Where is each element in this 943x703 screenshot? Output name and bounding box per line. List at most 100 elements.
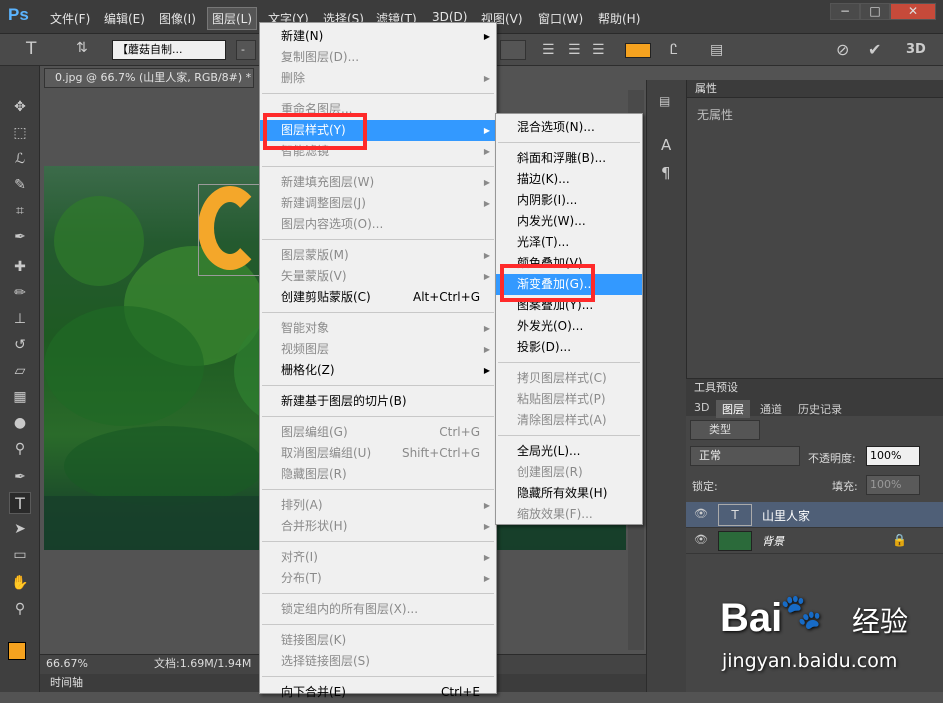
layer-name[interactable]: 背景	[762, 533, 784, 549]
blur-tool-icon[interactable]: ●	[9, 412, 31, 434]
text-bounding-box[interactable]	[198, 184, 266, 276]
layer-menu-item: 对齐(I) ▶	[260, 547, 496, 568]
zoom-tool-icon[interactable]: ⚲	[9, 598, 31, 620]
marquee-tool-icon[interactable]: ⬚	[9, 122, 31, 144]
properties-title: 属性	[687, 80, 943, 98]
eyedropper-tool-icon[interactable]: ✒	[9, 226, 31, 248]
healing-brush-icon[interactable]: ✚	[9, 256, 31, 278]
type-tool-icon[interactable]: T	[26, 39, 36, 59]
style-submenu-item[interactable]: 隐藏所有效果(H)	[496, 483, 642, 504]
menu-separator	[262, 416, 494, 417]
font-size-field[interactable]: -	[236, 40, 256, 60]
menu-shortcut: Shift+Ctrl+G	[401, 446, 480, 460]
layer-menu-item-label: 新建基于图层的切片(B)	[281, 394, 407, 408]
character-icon[interactable]: A	[661, 136, 671, 154]
layer-menu-item[interactable]: 栅格化(Z) ▶	[260, 360, 496, 381]
visibility-eye-icon[interactable]: 👁	[694, 507, 708, 520]
dodge-tool-icon[interactable]: ⚲	[9, 438, 31, 460]
foreground-color-swatch[interactable]	[8, 642, 26, 660]
kind-filter-select[interactable]: 类型	[690, 420, 760, 440]
menu-window[interactable]: 窗口(W)	[538, 10, 583, 27]
style-submenu-item-label: 粘贴图层样式(P)	[517, 392, 606, 406]
menu-layer[interactable]: 图层(L)	[207, 7, 258, 30]
quick-select-tool-icon[interactable]: ✎	[9, 174, 31, 196]
opacity-field[interactable]: 100%	[866, 446, 920, 466]
menu-file[interactable]: 文件(F)	[50, 10, 90, 27]
style-submenu-item[interactable]: 光泽(T)...	[496, 232, 642, 253]
rectangle-tool-icon[interactable]: ▭	[9, 544, 31, 566]
tab-3d[interactable]: 3D	[688, 400, 715, 415]
lock-icon: 🔒	[892, 533, 907, 547]
path-select-icon[interactable]: ➤	[9, 518, 31, 540]
layer-menu-item[interactable]: 向下合并(E) Ctrl+E	[260, 682, 496, 703]
layer-row-background[interactable]: 👁 背景 🔒	[686, 528, 943, 554]
warp-text-icon[interactable]: Ꮭ	[670, 42, 678, 58]
paragraph-icon[interactable]: ¶	[661, 164, 671, 182]
layer-menu-item[interactable]: 新建(N) ▶	[260, 26, 496, 47]
menu-help[interactable]: 帮助(H)	[598, 10, 640, 27]
close-button[interactable]: ✕	[890, 3, 936, 20]
layer-menu-item: 取消图层编组(U) Shift+Ctrl+G	[260, 443, 496, 464]
layer-menu-item[interactable]: 创建剪贴蒙版(C) Alt+Ctrl+G	[260, 287, 496, 308]
align-center-icon[interactable]: ☰	[568, 42, 581, 58]
crop-tool-icon[interactable]: ⌗	[9, 200, 31, 222]
font-family-select[interactable]: 【蘑菇自制...	[112, 40, 226, 60]
layer-row-text[interactable]: 👁 T 山里人家	[686, 502, 943, 528]
anti-alias-select[interactable]	[500, 40, 526, 60]
align-left-icon[interactable]: ☰	[542, 42, 555, 58]
submenu-arrow-icon: ▶	[483, 126, 490, 135]
tool-presets-header[interactable]: 工具预设	[686, 378, 943, 398]
tab-layers[interactable]: 图层	[716, 400, 750, 418]
style-submenu-item[interactable]: 投影(D)...	[496, 337, 642, 358]
layer-menu-item[interactable]: 新建基于图层的切片(B)	[260, 391, 496, 412]
orientation-toggle-icon[interactable]: ⇅	[76, 40, 88, 56]
cancel-icon[interactable]: ⊘	[836, 40, 849, 59]
move-tool-icon[interactable]: ✥	[9, 96, 31, 118]
style-submenu-item[interactable]: 全局光(L)...	[496, 441, 642, 462]
paw-icon: 🐾	[780, 592, 823, 632]
style-submenu-item[interactable]: 外发光(O)...	[496, 316, 642, 337]
menu-separator	[262, 166, 494, 167]
stamp-tool-icon[interactable]: ⊥	[9, 308, 31, 330]
brush-tool-icon[interactable]: ✏	[9, 282, 31, 304]
style-submenu-item[interactable]: 描边(K)...	[496, 169, 642, 190]
style-submenu-item[interactable]: 内发光(W)...	[496, 211, 642, 232]
3d-button[interactable]: 3D	[906, 42, 926, 57]
menu-separator	[262, 676, 494, 677]
style-submenu-item: 清除图层样式(A)	[496, 410, 642, 431]
pen-tool-icon[interactable]: ✒	[9, 466, 31, 488]
layer-menu-item-label: 新建填充图层(W)	[281, 175, 375, 189]
text-color-swatch[interactable]	[625, 43, 651, 58]
history-icon[interactable]: ▤	[659, 94, 670, 108]
style-submenu-item-label: 混合选项(N)...	[517, 120, 595, 134]
menu-edit[interactable]: 编辑(E)	[104, 10, 145, 27]
zoom-level[interactable]: 66.67%	[46, 655, 88, 673]
menu-image[interactable]: 图像(I)	[159, 10, 196, 27]
maximize-button[interactable]: □	[860, 3, 890, 20]
submenu-arrow-icon: ▶	[483, 199, 490, 208]
hand-tool-icon[interactable]: ✋	[9, 572, 31, 594]
gradient-tool-icon[interactable]: ▦	[9, 386, 31, 408]
tab-history[interactable]: 历史记录	[792, 400, 848, 418]
type-tool-icon[interactable]: T	[9, 492, 31, 514]
history-brush-icon[interactable]: ↺	[9, 334, 31, 356]
document-tab[interactable]: 0.jpg @ 66.7% (山里人家, RGB/8#) *	[44, 68, 254, 88]
eraser-tool-icon[interactable]: ▱	[9, 360, 31, 382]
tab-channels[interactable]: 通道	[754, 400, 788, 418]
tools-panel: ✥ ⬚ ℒ ✎ ⌗ ✒ ✚ ✏ ⊥ ↺ ▱ ▦ ● ⚲ ✒ T ➤ ▭ ✋ ⚲	[0, 66, 40, 692]
visibility-eye-icon[interactable]: 👁	[694, 533, 708, 546]
style-submenu-item[interactable]: 混合选项(N)...	[496, 117, 642, 138]
align-right-icon[interactable]: ☰	[592, 42, 605, 58]
layer-menu-item: 新建填充图层(W) ▶	[260, 172, 496, 193]
style-submenu-item[interactable]: 斜面和浮雕(B)...	[496, 148, 642, 169]
blend-mode-select[interactable]: 正常	[690, 446, 800, 466]
minimize-button[interactable]: −	[830, 3, 860, 20]
annotation-box-layer-style	[263, 113, 367, 150]
style-submenu-item[interactable]: 内阴影(I)...	[496, 190, 642, 211]
character-panel-icon[interactable]: ▤	[710, 42, 723, 58]
commit-icon[interactable]: ✔	[868, 40, 881, 59]
menu-separator	[262, 93, 494, 94]
fill-field[interactable]: 100%	[866, 475, 920, 495]
lasso-tool-icon[interactable]: ℒ	[9, 148, 31, 170]
layer-name[interactable]: 山里人家	[762, 507, 810, 524]
